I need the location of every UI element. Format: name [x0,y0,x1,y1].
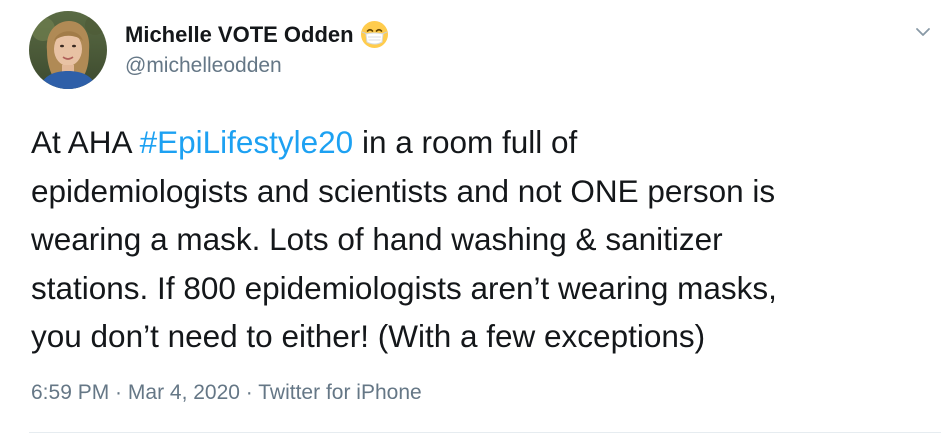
avatar[interactable] [29,11,107,89]
tweet-timestamp-date[interactable]: Mar 4, 2020 [128,381,240,404]
tweet-card: Michelle VOTE Odden @michelleodden At AH… [0,0,952,440]
tweet-text-segment: in a room full of [353,124,578,160]
meta-separator: · [239,381,259,404]
tweet-text-line: you don’t need to either! (With a few ex… [31,318,706,354]
meta-separator: · [109,381,128,404]
author-name-row: Michelle VOTE Odden [125,20,389,49]
tweet-text: At AHA #EpiLifestyle20 in a room full of… [31,118,931,361]
display-name[interactable]: Michelle VOTE Odden [125,22,354,48]
divider [29,432,941,433]
tweet-text-line: epidemiologists and scientists and not O… [31,172,776,209]
face-with-medical-mask-icon [360,20,389,49]
tweet-text-line: stations. If 800 epidemiologists aren’t … [31,269,777,306]
tweet-source-link[interactable]: Twitter for iPhone [258,381,421,404]
chevron-down-icon[interactable] [913,22,933,42]
author-handle[interactable]: @michelleodden [125,53,282,79]
tweet-text-segment: At AHA [31,124,140,160]
avatar-photo [29,11,107,89]
tweet-timestamp-time[interactable]: 6:59 PM [31,381,109,404]
tweet-metadata: 6:59 PM · Mar 4, 2020 · Twitter for iPho… [31,380,422,406]
hashtag-link[interactable]: #EpiLifestyle20 [140,124,354,160]
tweet-text-line: wearing a mask. Lots of hand washing & s… [31,221,723,257]
tweet-text-line: At AHA #EpiLifestyle20 in a room full of [31,118,931,167]
